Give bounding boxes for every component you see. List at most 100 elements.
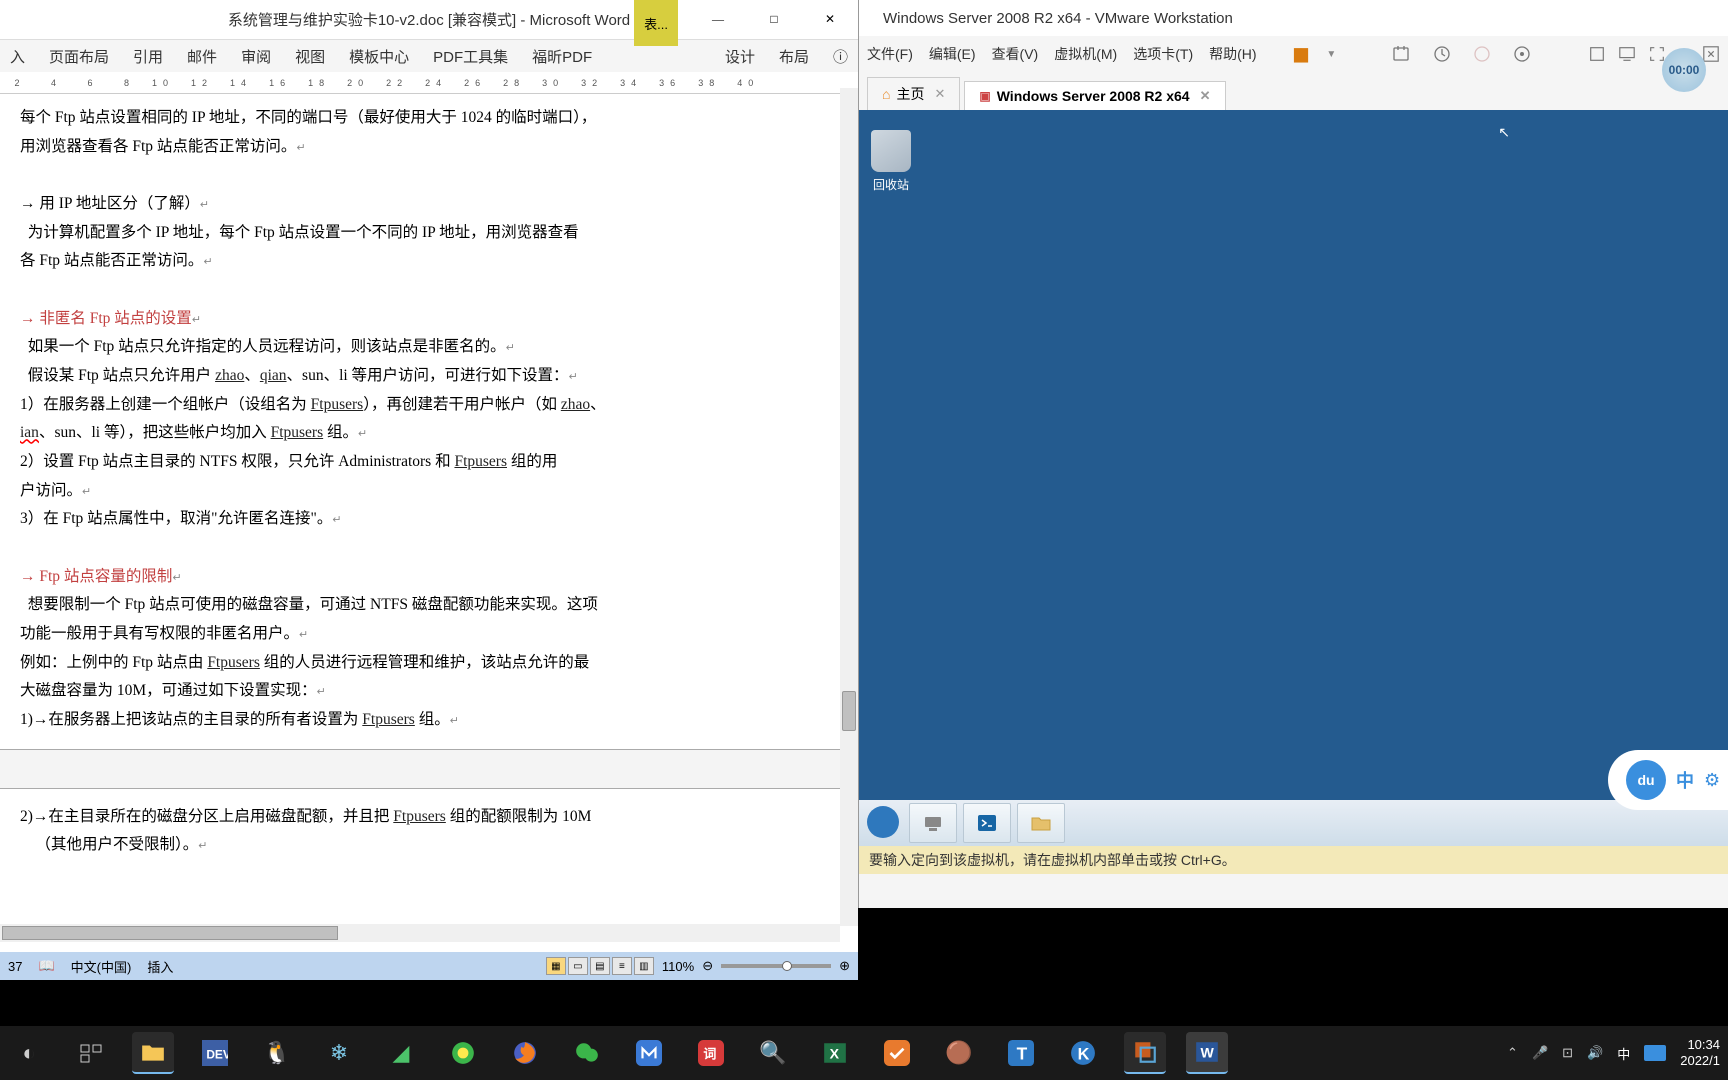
snapshot-icon[interactable] <box>1432 44 1452 64</box>
menu-tab[interactable]: 选项卡(T) <box>1133 44 1193 64</box>
table-tools-tab[interactable]: 表... <box>634 0 678 46</box>
ribbon-review[interactable]: 审阅 <box>241 46 271 67</box>
ime-settings-icon[interactable]: ⚙ <box>1704 770 1720 791</box>
taskbar-file-explorer[interactable] <box>132 1032 174 1074</box>
taskbar-app-gear[interactable]: ❄ <box>318 1032 360 1074</box>
close-tab-icon[interactable]: ✕ <box>934 86 945 102</box>
tray-network-icon[interactable]: ⊡ <box>1562 1045 1573 1061</box>
taskbar-app-t[interactable]: T <box>1000 1032 1042 1074</box>
unity-icon[interactable] <box>1588 45 1606 63</box>
ribbon-template-center[interactable]: 模板中心 <box>349 46 409 67</box>
doc-text: 大磁盘容量为 10M，可通过如下设置实现： <box>20 682 317 699</box>
tray-microphone-icon[interactable]: 🎤 <box>1532 1045 1548 1061</box>
start-button[interactable] <box>865 804 903 842</box>
menu-view[interactable]: 查看(V) <box>992 44 1039 64</box>
view-web-layout[interactable]: ▤ <box>590 957 610 975</box>
taskbar-powershell[interactable] <box>963 803 1011 843</box>
minimize-button[interactable]: — <box>690 0 746 38</box>
taskbar-explorer[interactable] <box>1017 803 1065 843</box>
snapshot-manager-icon[interactable] <box>1512 44 1532 64</box>
menu-edit[interactable]: 编辑(E) <box>929 44 976 64</box>
ribbon-page-layout[interactable]: 页面布局 <box>49 46 109 67</box>
send-ctrl-alt-del-icon[interactable] <box>1392 44 1412 64</box>
document-area[interactable]: 每个 Ftp 站点设置相同的 IP 地址，不同的端口号（最好使用大于 1024 … <box>0 94 858 914</box>
status-language[interactable]: 中文(中国) <box>71 957 132 976</box>
taskbar-wechat[interactable] <box>566 1032 608 1074</box>
host-taskbar: ◐ DEV 🐧 ❄ ◢ 词 🔍 X 🟤 T K W ⌃ 🎤 ⊡ 🔊 中 10:3… <box>0 1026 1728 1080</box>
taskbar-search[interactable]: 🔍 <box>752 1032 794 1074</box>
zoom-slider[interactable] <box>721 964 831 968</box>
ribbon-mailings[interactable]: 邮件 <box>187 46 217 67</box>
taskbar-app-green[interactable]: ◢ <box>380 1032 422 1074</box>
zoom-in-button[interactable]: ⊕ <box>839 958 850 974</box>
status-proofing-icon[interactable]: 📖 <box>38 958 54 974</box>
taskbar-word[interactable]: W <box>1186 1032 1228 1074</box>
vertical-scrollbar[interactable] <box>840 88 858 926</box>
snapshot-revert-icon[interactable] <box>1472 44 1492 64</box>
status-insert-mode[interactable]: 插入 <box>147 957 173 976</box>
baidu-logo-icon[interactable]: du <box>1626 760 1666 800</box>
taskbar-excel[interactable]: X <box>814 1032 856 1074</box>
start-button[interactable]: ◐ <box>8 1032 50 1074</box>
close-tab-icon[interactable]: ✕ <box>1200 88 1211 104</box>
horizontal-ruler[interactable]: 2 4 6 8 10 12 14 16 18 20 22 24 26 28 30… <box>0 72 858 94</box>
tray-clock-date[interactable]: 2022/1 <box>1680 1053 1720 1069</box>
pause-vm-button[interactable]: ▮▮ <box>1293 44 1307 65</box>
svg-text:T: T <box>1017 1044 1028 1064</box>
tab-vm[interactable]: ▣ Windows Server 2008 R2 x64 ✕ <box>964 81 1225 110</box>
ribbon-pdf-tools[interactable]: PDF工具集 <box>433 46 508 67</box>
view-full-screen[interactable]: ▭ <box>568 957 588 975</box>
zoom-slider-handle[interactable] <box>782 961 792 971</box>
taskbar-vmware[interactable] <box>1124 1032 1166 1074</box>
zoom-out-button[interactable]: ⊖ <box>702 958 713 974</box>
power-dropdown[interactable]: ▼ <box>1326 49 1336 60</box>
view-draft[interactable]: ▥ <box>634 957 654 975</box>
ribbon-insert[interactable]: 入 <box>10 46 25 67</box>
tray-chevron-up-icon[interactable]: ⌃ <box>1507 1045 1518 1061</box>
scrollbar-thumb[interactable] <box>842 691 856 731</box>
taskbar-server-manager[interactable] <box>909 803 957 843</box>
taskbar-app-k[interactable]: K <box>1062 1032 1104 1074</box>
ribbon-help-icon[interactable]: ⓘ <box>833 46 848 67</box>
close-button[interactable]: ✕ <box>802 0 858 38</box>
vmware-titlebar: Windows Server 2008 R2 x64 - VMware Work… <box>859 0 1728 36</box>
maximize-button[interactable]: □ <box>746 0 802 38</box>
taskbar-app-m[interactable] <box>628 1032 670 1074</box>
ribbon-table-design[interactable]: 设计 <box>725 46 755 67</box>
ribbon-references[interactable]: 引用 <box>133 46 163 67</box>
taskbar-app-orange[interactable] <box>876 1032 918 1074</box>
recycle-bin[interactable]: 回收站 <box>865 130 917 193</box>
view-outline[interactable]: ≡ <box>612 957 632 975</box>
status-page[interactable]: 37 <box>8 959 22 974</box>
ribbon-view[interactable]: 视图 <box>295 46 325 67</box>
console-icon[interactable] <box>1618 45 1636 63</box>
taskbar-firefox[interactable] <box>504 1032 546 1074</box>
stretch-icon[interactable] <box>1702 45 1720 63</box>
ribbon-table-layout[interactable]: 布局 <box>779 46 809 67</box>
ribbon-foxit-pdf[interactable]: 福昕PDF <box>532 46 592 67</box>
taskbar-360-browser[interactable] <box>442 1032 484 1074</box>
vm-guest-desktop[interactable]: 回收站 ↖ <box>859 110 1728 800</box>
task-view-button[interactable] <box>70 1032 112 1074</box>
taskbar-app-brown[interactable]: 🟤 <box>938 1032 980 1074</box>
taskbar-app-penguin[interactable]: 🐧 <box>256 1032 298 1074</box>
taskbar-devc[interactable]: DEV <box>194 1032 236 1074</box>
doc-underlined: Ftpusers <box>393 808 446 825</box>
scrollbar-thumb[interactable] <box>2 926 338 940</box>
baidu-ime-floating-bar[interactable]: du 中 ⚙ <box>1608 750 1728 810</box>
menu-file[interactable]: 文件(F) <box>867 44 913 64</box>
tray-keyboard-icon[interactable] <box>1644 1045 1666 1061</box>
menu-vm[interactable]: 虚拟机(M) <box>1054 44 1117 64</box>
tray-clock-time[interactable]: 10:34 <box>1680 1037 1720 1053</box>
tray-ime-mode[interactable]: 中 <box>1617 1044 1630 1063</box>
view-print-layout[interactable]: ▦ <box>546 957 566 975</box>
recording-timer[interactable]: 00:00 <box>1662 48 1706 92</box>
menu-help[interactable]: 帮助(H) <box>1209 44 1256 64</box>
tab-home[interactable]: ⌂ 主页 ✕ <box>867 77 960 110</box>
tray-volume-icon[interactable]: 🔊 <box>1587 1045 1603 1061</box>
zoom-percent[interactable]: 110% <box>662 959 694 974</box>
horizontal-scrollbar[interactable] <box>0 924 840 942</box>
ime-lang-indicator[interactable]: 中 <box>1676 767 1694 793</box>
taskbar-app-red[interactable]: 词 <box>690 1032 732 1074</box>
doc-text: 想要限制一个 Ftp 站点可使用的磁盘容量，可通过 NTFS 磁盘配额功能来实现… <box>28 596 598 613</box>
